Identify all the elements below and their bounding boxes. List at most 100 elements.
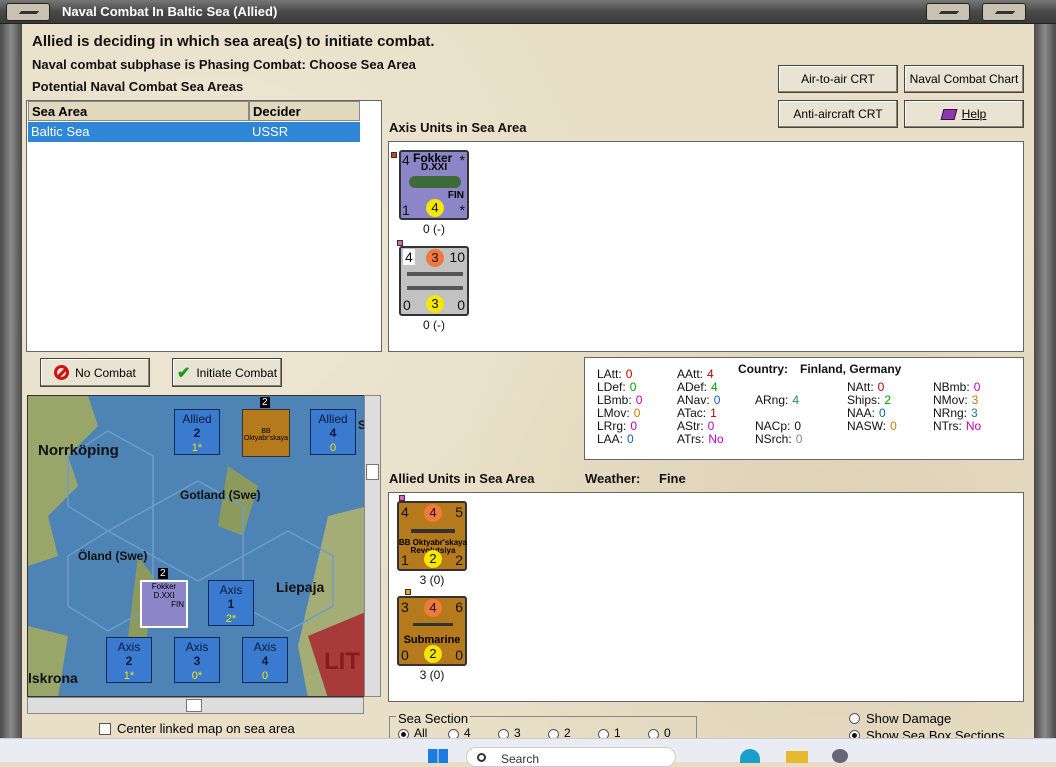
stat-value: No bbox=[965, 419, 982, 433]
unit-attack: 4 bbox=[402, 152, 410, 168]
stat-value: 0 bbox=[879, 406, 886, 420]
sea-box-axis-1[interactable]: Axis 1 2* bbox=[208, 580, 254, 626]
unit-movement-circle: 2 bbox=[424, 550, 442, 568]
sea-box-allied-2[interactable]: Allied 2 1* bbox=[174, 409, 220, 455]
allied-unit-submarine[interactable]: 3 4 6 Submarine 0 2 0 bbox=[397, 596, 467, 666]
windows-start-icon[interactable] bbox=[428, 749, 448, 763]
stat-key: LAtt: bbox=[597, 367, 622, 381]
stat-value: 0 bbox=[629, 380, 637, 394]
stat-value: 0 bbox=[627, 432, 634, 446]
stat-key: Ships: bbox=[847, 393, 881, 407]
weather-value: Fine bbox=[659, 471, 686, 486]
stat-astr: AStr: 0 bbox=[677, 419, 714, 433]
sea-box-axis-4[interactable]: Axis 4 0 bbox=[242, 637, 288, 683]
stat-value: 3 bbox=[971, 393, 979, 407]
map-air-counter[interactable]: Fokker D.XXI FIN bbox=[140, 580, 188, 628]
stack-count-badge: 2 bbox=[260, 397, 270, 408]
stat-ldef: LDef: 0 bbox=[597, 380, 636, 394]
country-label: Country: bbox=[738, 362, 788, 376]
col-header-sea-area[interactable]: Sea Area bbox=[28, 101, 249, 121]
stat-value: 0 bbox=[707, 419, 715, 433]
stat-key: LRrg: bbox=[597, 419, 627, 433]
unit-range: 6 bbox=[455, 599, 463, 615]
sea-box-allied-4[interactable]: Allied 4 0 bbox=[310, 409, 356, 455]
stat-key: ATrs: bbox=[677, 432, 705, 446]
ship-icon bbox=[407, 272, 463, 276]
stat-value: 2 bbox=[884, 393, 892, 407]
unit-range: 5 bbox=[455, 504, 463, 520]
help-button[interactable]: Help bbox=[904, 100, 1024, 128]
edge-icon[interactable] bbox=[740, 749, 760, 763]
initiate-combat-label: Initiate Combat bbox=[196, 365, 278, 380]
allied-unit-battleship[interactable]: 4 4 5 BB Oktyabr'skaya Revolutsiya 1 2 2 bbox=[397, 501, 467, 571]
taskbar-search-box[interactable]: Search bbox=[466, 747, 676, 767]
status-line-2: Naval combat subphase is Phasing Combat:… bbox=[32, 57, 416, 72]
stat-value: 4 bbox=[707, 367, 714, 381]
unit-movement-circle: 3 bbox=[426, 295, 444, 313]
unit-attack: 4 bbox=[401, 504, 409, 520]
naval-combat-chart-button[interactable]: Naval Combat Chart bbox=[904, 65, 1024, 93]
map-horizontal-scrollbar[interactable] bbox=[27, 697, 364, 714]
show-damage-label: Show Damage bbox=[866, 711, 952, 726]
sea-box-axis-2[interactable]: Axis 2 1* bbox=[106, 637, 152, 683]
map-ship-counter[interactable]: BB Oktyabr'skaya bbox=[242, 409, 290, 457]
no-combat-label: No Combat bbox=[75, 365, 136, 380]
stat-ships: Ships: 2 bbox=[847, 393, 891, 407]
unit-stats-panel: Country: Finland, Germany LAtt: 0 LDef: 0 LB… bbox=[584, 357, 1024, 460]
book-icon bbox=[940, 108, 958, 120]
air-to-air-label: Air-to-air CRT bbox=[801, 72, 875, 86]
initiate-combat-button[interactable]: ✔ Initiate Combat bbox=[172, 358, 282, 387]
axis-units-title: Axis Units in Sea Area bbox=[389, 120, 527, 135]
stat-laa: LAA: 0 bbox=[597, 432, 634, 446]
show-damage-radio[interactable] bbox=[849, 713, 860, 724]
stat-value: 0 bbox=[625, 367, 633, 381]
center-link-checkbox[interactable] bbox=[99, 723, 111, 735]
stat-key: ATac: bbox=[677, 406, 707, 420]
maximize-button[interactable] bbox=[982, 3, 1026, 21]
scroll-thumb[interactable] bbox=[186, 699, 202, 712]
anti-aircraft-crt-button[interactable]: Anti-aircraft CRT bbox=[778, 100, 898, 128]
map-air-subname: D.XXI bbox=[153, 591, 175, 600]
unit-caption: 0 (-) bbox=[423, 318, 445, 332]
unit-defense-circle: 4 bbox=[424, 504, 442, 522]
sea-map[interactable]: Norrköping Gotland (Swe) Öland (Swe) Lie… bbox=[27, 395, 367, 697]
map-vertical-scrollbar[interactable] bbox=[364, 395, 381, 697]
center-link-label: Center linked map on sea area bbox=[117, 721, 295, 736]
table-cell-sea-area[interactable]: Baltic Sea bbox=[28, 122, 249, 142]
unit-bottom-right: 2 bbox=[455, 552, 463, 568]
status-line-1: Allied is deciding in which sea area(s) … bbox=[32, 33, 435, 50]
col-header-decider[interactable]: Decider bbox=[249, 101, 360, 121]
stat-value: 0 bbox=[635, 393, 643, 407]
stat-key: ADef: bbox=[677, 380, 708, 394]
axis-unit-ship[interactable]: 4 3 10 0 3 0 bbox=[399, 246, 469, 316]
naval-chart-label: Naval Combat Chart bbox=[909, 72, 1019, 86]
unit-caption: 3 (0) bbox=[419, 573, 445, 587]
axis-units-panel: 4 Fokker D.XXI * FIN 1 4 * 0 (-) 4 3 10 … bbox=[388, 141, 1024, 352]
stat-key: NAtt: bbox=[847, 380, 874, 394]
minimize-button[interactable] bbox=[6, 3, 50, 21]
stat-key: LAA: bbox=[597, 432, 624, 446]
settings-icon[interactable] bbox=[832, 749, 848, 763]
air-to-air-crt-button[interactable]: Air-to-air CRT bbox=[778, 65, 898, 93]
unit-attack: 4 bbox=[403, 249, 415, 265]
table-cell-decider[interactable]: USSR bbox=[249, 122, 360, 142]
country-value: Finland, Germany bbox=[800, 362, 902, 376]
unit-bottom-left: 1 bbox=[402, 202, 410, 218]
stat-value: 4 bbox=[711, 380, 718, 394]
folder-icon[interactable] bbox=[786, 751, 808, 763]
ship-icon bbox=[407, 286, 463, 290]
stat-value: 4 bbox=[792, 393, 800, 407]
axis-unit-fokker[interactable]: 4 Fokker D.XXI * FIN 1 4 * bbox=[399, 150, 469, 220]
restore-button[interactable] bbox=[926, 3, 970, 21]
stat-key: LMov: bbox=[597, 406, 630, 420]
unit-caption: 3 (0) bbox=[419, 668, 445, 682]
no-combat-button[interactable]: No Combat bbox=[40, 358, 150, 387]
unit-movement-circle: 2 bbox=[424, 645, 442, 663]
scroll-thumb[interactable] bbox=[366, 464, 379, 480]
sea-section-title: Sea Section bbox=[396, 711, 471, 726]
os-taskbar: Search bbox=[0, 738, 1056, 767]
stat-key: NRng: bbox=[933, 406, 968, 420]
map-label-karlskrona: lskrona bbox=[28, 670, 78, 686]
sea-box-axis-3[interactable]: Axis 3 0* bbox=[174, 637, 220, 683]
stat-adef: ADef: 4 bbox=[677, 380, 718, 394]
